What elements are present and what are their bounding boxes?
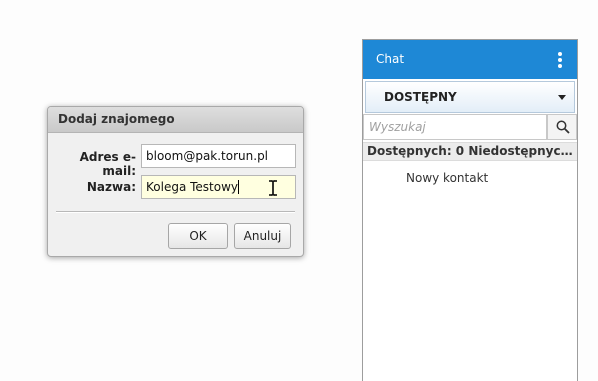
chevron-down-icon (558, 95, 566, 100)
search-input[interactable] (363, 114, 547, 140)
add-contact-dialog: Dodaj znajomego Adres e-mail: bloom@pak.… (47, 106, 304, 257)
email-field[interactable]: bloom@pak.torun.pl (141, 144, 296, 168)
chat-panel: Chat DOSTĘPNY Dostępnych: 0 Niedostępnyc… (362, 39, 578, 381)
email-label: Adres e-mail: (79, 150, 136, 178)
search-button[interactable] (547, 114, 577, 140)
text-caret (238, 180, 240, 194)
ok-button[interactable]: OK (168, 223, 228, 249)
search-icon (556, 120, 570, 134)
dialog-title[interactable]: Dodaj znajomego (48, 107, 303, 133)
chat-title: Chat (376, 52, 405, 66)
ibeam-cursor-icon (269, 180, 277, 196)
more-menu-icon[interactable] (558, 52, 562, 68)
cancel-button[interactable]: Anuluj (234, 223, 291, 249)
name-label: Nazwa: (86, 180, 136, 194)
contact-list-item[interactable]: Nowy kontakt (406, 171, 488, 185)
contact-counts[interactable]: Dostępnych: 0 Niedostępnych: 1 (363, 142, 577, 161)
dialog-separator (56, 211, 295, 213)
status-dropdown[interactable]: DOSTĘPNY (365, 81, 575, 113)
chat-header: Chat (363, 40, 577, 79)
status-value: DOSTĘPNY (384, 90, 457, 104)
name-field-value: Kolega Testowy (146, 180, 239, 194)
